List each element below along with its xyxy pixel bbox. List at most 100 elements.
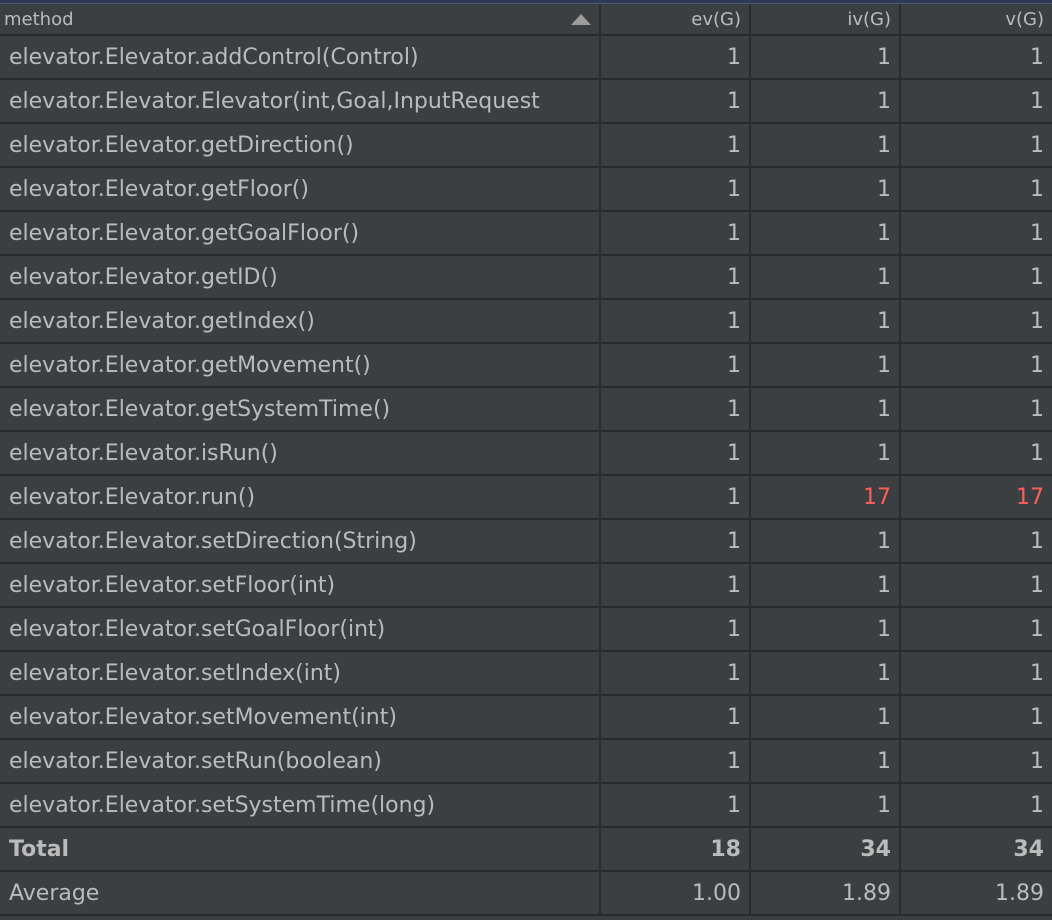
ev-cell: 1 <box>601 564 751 608</box>
ev-cell: 1 <box>601 608 751 652</box>
table-body: elevator.Elevator.addControl(Control) 1 1 1… <box>0 36 1052 828</box>
table-row[interactable]: elevator.Elevator.Elevator(int,Goal,Inpu… <box>0 80 1052 124</box>
v-cell: 1 <box>901 388 1052 432</box>
method-cell: elevator.Elevator.getSystemTime() <box>0 388 601 432</box>
method-cell: elevator.Elevator.addControl(Control) <box>0 36 601 80</box>
method-cell: elevator.Elevator.getMovement() <box>0 344 601 388</box>
v-cell: 1 <box>901 36 1052 80</box>
iv-cell: 1 <box>751 212 901 256</box>
total-iv: 34 <box>751 828 901 872</box>
table-row[interactable]: elevator.Elevator.setSystemTime(long) 1 1 1 <box>0 784 1052 828</box>
iv-cell: 1 <box>751 432 901 476</box>
iv-cell: 1 <box>751 608 901 652</box>
sort-ascending-icon <box>571 13 591 25</box>
iv-cell: 1 <box>751 300 901 344</box>
table-row[interactable]: elevator.Elevator.setDirection(String) 1 1… <box>0 520 1052 564</box>
table-row[interactable]: elevator.Elevator.setIndex(int) 1 1 1 <box>0 652 1052 696</box>
table-row[interactable]: elevator.Elevator.getSystemTime() 1 1 1 <box>0 388 1052 432</box>
method-cell: elevator.Elevator.run() <box>0 476 601 520</box>
table-row[interactable]: elevator.Elevator.setMovement(int) 1 1 1 <box>0 696 1052 740</box>
method-cell: elevator.Elevator.setRun(boolean) <box>0 740 601 784</box>
v-cell: 1 <box>901 740 1052 784</box>
table-row[interactable]: elevator.Elevator.run() 1 17 17 <box>0 476 1052 520</box>
iv-cell: 1 <box>751 696 901 740</box>
iv-cell: 1 <box>751 520 901 564</box>
method-cell: elevator.Elevator.getGoalFloor() <box>0 212 601 256</box>
ev-cell: 1 <box>601 388 751 432</box>
table-row[interactable]: elevator.Elevator.setFloor(int) 1 1 1 <box>0 564 1052 608</box>
ev-cell: 1 <box>601 740 751 784</box>
total-ev: 18 <box>601 828 751 872</box>
table-header-row: method ev(G) iv(G) v(G) <box>0 4 1052 36</box>
iv-cell: 1 <box>751 784 901 828</box>
ev-cell: 1 <box>601 300 751 344</box>
method-cell: elevator.Elevator.setGoalFloor(int) <box>0 608 601 652</box>
table-row[interactable]: elevator.Elevator.getIndex() 1 1 1 <box>0 300 1052 344</box>
average-v: 1.89 <box>901 872 1052 916</box>
iv-cell: 1 <box>751 80 901 124</box>
average-ev: 1.00 <box>601 872 751 916</box>
v-cell: 1 <box>901 212 1052 256</box>
v-cell: 1 <box>901 256 1052 300</box>
column-header-ev[interactable]: ev(G) <box>601 4 751 36</box>
iv-cell: 1 <box>751 168 901 212</box>
ev-cell: 1 <box>601 432 751 476</box>
method-cell: elevator.Elevator.getFloor() <box>0 168 601 212</box>
total-v: 34 <box>901 828 1052 872</box>
method-cell: elevator.Elevator.setFloor(int) <box>0 564 601 608</box>
method-cell: elevator.Elevator.getID() <box>0 256 601 300</box>
method-cell: elevator.Elevator.setSystemTime(long) <box>0 784 601 828</box>
total-label: Total <box>0 828 601 872</box>
table-row[interactable]: elevator.Elevator.addControl(Control) 1 1 1 <box>0 36 1052 80</box>
iv-cell: 1 <box>751 652 901 696</box>
column-header-method-label: method <box>4 8 74 30</box>
table-row-average[interactable]: Average 1.00 1.89 1.89 <box>0 872 1052 916</box>
v-cell: 17 <box>901 476 1052 520</box>
column-header-v[interactable]: v(G) <box>901 4 1052 36</box>
table-row[interactable]: elevator.Elevator.getID() 1 1 1 <box>0 256 1052 300</box>
average-iv: 1.89 <box>751 872 901 916</box>
column-header-method[interactable]: method <box>0 4 601 36</box>
table-row-total[interactable]: Total 18 34 34 <box>0 828 1052 872</box>
method-cell: elevator.Elevator.setMovement(int) <box>0 696 601 740</box>
column-header-iv[interactable]: iv(G) <box>751 4 901 36</box>
table-row[interactable]: elevator.Elevator.setGoalFloor(int) 1 1 1 <box>0 608 1052 652</box>
iv-cell: 1 <box>751 388 901 432</box>
iv-cell: 17 <box>751 476 901 520</box>
ev-cell: 1 <box>601 80 751 124</box>
ev-cell: 1 <box>601 124 751 168</box>
average-label: Average <box>0 872 601 916</box>
iv-cell: 1 <box>751 124 901 168</box>
v-cell: 1 <box>901 300 1052 344</box>
ev-cell: 1 <box>601 696 751 740</box>
ev-cell: 1 <box>601 344 751 388</box>
table-row[interactable]: elevator.Elevator.getDirection() 1 1 1 <box>0 124 1052 168</box>
ev-cell: 1 <box>601 652 751 696</box>
ev-cell: 1 <box>601 520 751 564</box>
ev-cell: 1 <box>601 256 751 300</box>
ev-cell: 1 <box>601 784 751 828</box>
v-cell: 1 <box>901 80 1052 124</box>
table-row[interactable]: elevator.Elevator.getMovement() 1 1 1 <box>0 344 1052 388</box>
ev-cell: 1 <box>601 476 751 520</box>
v-cell: 1 <box>901 564 1052 608</box>
method-cell: elevator.Elevator.setDirection(String) <box>0 520 601 564</box>
method-cell: elevator.Elevator.getDirection() <box>0 124 601 168</box>
table-row[interactable]: elevator.Elevator.setRun(boolean) 1 1 1 <box>0 740 1052 784</box>
table-row[interactable]: elevator.Elevator.getFloor() 1 1 1 <box>0 168 1052 212</box>
method-cell: elevator.Elevator.setIndex(int) <box>0 652 601 696</box>
method-cell: elevator.Elevator.Elevator(int,Goal,Inpu… <box>0 80 601 124</box>
table-row[interactable]: elevator.Elevator.getGoalFloor() 1 1 1 <box>0 212 1052 256</box>
v-cell: 1 <box>901 520 1052 564</box>
ev-cell: 1 <box>601 168 751 212</box>
v-cell: 1 <box>901 432 1052 476</box>
v-cell: 1 <box>901 784 1052 828</box>
table-row[interactable]: elevator.Elevator.isRun() 1 1 1 <box>0 432 1052 476</box>
ev-cell: 1 <box>601 212 751 256</box>
iv-cell: 1 <box>751 344 901 388</box>
iv-cell: 1 <box>751 564 901 608</box>
v-cell: 1 <box>901 696 1052 740</box>
v-cell: 1 <box>901 168 1052 212</box>
metrics-table: method ev(G) iv(G) v(G) elevator.Elevato… <box>0 4 1052 916</box>
iv-cell: 1 <box>751 256 901 300</box>
